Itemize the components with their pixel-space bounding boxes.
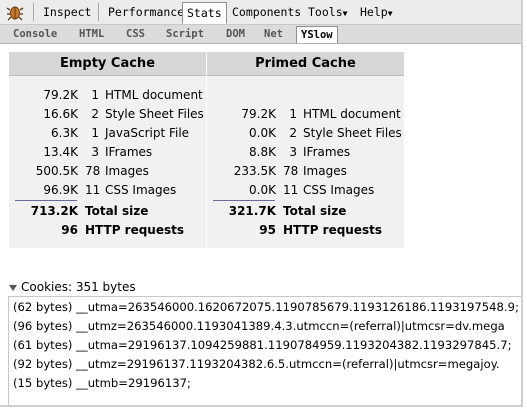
components-button[interactable]: Components [228, 2, 305, 22]
table-row: 96.9K 11 CSS Images [9, 181, 206, 200]
chevron-down-icon: ▼ [342, 9, 348, 18]
row-count: 1 [91, 126, 99, 140]
http-requests-label: HTTP requests [283, 223, 383, 237]
row-count: 2 [289, 126, 297, 140]
row-label: HTML document [303, 107, 401, 121]
row-count: 11 [85, 183, 101, 197]
row-label: CSS Images [303, 183, 375, 197]
inspect-button[interactable]: Inspect [39, 2, 95, 22]
row-size: 0.0K [249, 126, 276, 140]
total-size-label: Total size [85, 204, 149, 218]
row-label: CSS Images [105, 183, 177, 197]
table-row: 79.2K 1 HTML document [207, 105, 404, 124]
row-size: 79.2K [43, 88, 78, 102]
row-count: 1 [289, 107, 297, 121]
empty-cache-table: Empty Cache 79.2K 1 HTML document 16.6K … [9, 52, 206, 248]
empty-cache-title: Empty Cache [9, 52, 206, 76]
row-count: 78 [283, 164, 299, 178]
list-item: (61 bytes) __utma=29196137.1094259881.11… [13, 338, 512, 352]
tab-css[interactable]: CSS [122, 26, 149, 42]
row-count: 2 [91, 107, 99, 121]
row-count: 3 [289, 145, 297, 159]
row-size: 8.8K [249, 145, 276, 159]
tab-yslow[interactable]: YSlow [296, 26, 338, 43]
http-requests-row: 95 HTTP requests [207, 221, 404, 240]
table-row: 79.2K 1 HTML document [9, 86, 206, 105]
primed-cache-title: Primed Cache [207, 52, 404, 76]
table-row: 233.5K 78 Images [207, 162, 404, 181]
help-menu[interactable]: Help▼ [356, 2, 397, 22]
row-size: 96.9K [43, 183, 78, 197]
table-row: 13.4K 3 IFrames [9, 143, 206, 162]
table-row: 0.0K 2 Style Sheet Files [207, 124, 404, 143]
row-count: 3 [91, 145, 99, 159]
cookies-toggle[interactable]: Cookies: 351 bytes [9, 280, 136, 294]
row-size: 6.3K [51, 126, 78, 140]
performance-button[interactable]: Performance [104, 2, 188, 22]
row-label: Style Sheet Files [105, 107, 204, 121]
row-label: Images [303, 164, 347, 178]
tools-menu[interactable]: Tools▼ [304, 2, 351, 22]
table-row: 500.5K 78 Images [9, 162, 206, 181]
http-requests-row: 96 HTTP requests [9, 221, 206, 240]
total-divider [15, 200, 77, 201]
total-divider [213, 200, 275, 201]
tab-script[interactable]: Script [162, 26, 208, 42]
row-size: 233.5K [233, 164, 276, 178]
row-label: Style Sheet Files [303, 126, 402, 140]
tab-console[interactable]: Console [9, 26, 61, 42]
http-requests-value: 95 [259, 223, 276, 237]
cookies-list: (62 bytes) __utma=263546000.1620672075.1… [8, 296, 521, 405]
primed-cache-table: Primed Cache 79.2K 1 HTML document 0.0K … [207, 52, 404, 248]
row-size: 13.4K [43, 145, 78, 159]
table-row: 8.8K 3 IFrames [207, 143, 404, 162]
row-label: IFrames [303, 145, 351, 159]
row-label: HTML document [105, 88, 203, 102]
row-size: 500.5K [35, 164, 78, 178]
tools-menu-label: Tools [308, 5, 343, 19]
firebug-icon[interactable] [6, 3, 24, 21]
list-item: (62 bytes) __utma=263546000.1620672075.1… [13, 300, 519, 314]
row-label: JavaScript File [105, 126, 190, 140]
table-row: 0.0K 11 CSS Images [207, 181, 404, 200]
list-item: (15 bytes) __utmb=29196137; [13, 376, 191, 390]
help-menu-label: Help [360, 5, 388, 19]
tab-net[interactable]: Net [260, 26, 287, 42]
expand-triangle-icon [9, 284, 17, 291]
table-row: 16.6K 2 Style Sheet Files [9, 105, 206, 124]
row-count: 1 [91, 88, 99, 102]
total-size-label: Total size [283, 204, 347, 218]
total-size-row: 713.2K Total size [9, 202, 206, 221]
row-count: 78 [85, 164, 101, 178]
tab-html[interactable]: HTML [75, 26, 108, 42]
row-size: 16.6K [43, 107, 78, 121]
cookies-title: Cookies: 351 bytes [21, 280, 136, 294]
panel-tabs: Console HTML CSS Script DOM Net YSlow [0, 25, 521, 44]
total-size-value: 321.7K [228, 204, 276, 218]
tab-dom[interactable]: DOM [222, 26, 249, 42]
row-count: 11 [283, 183, 299, 197]
total-size-row: 321.7K Total size [207, 202, 404, 221]
total-size-value: 713.2K [30, 204, 78, 218]
row-label: Images [105, 164, 149, 178]
stats-button[interactable]: Stats [182, 2, 227, 24]
list-item: (92 bytes) __utmz=29196137.1193204382.6.… [13, 357, 500, 371]
table-row: 6.3K 1 JavaScript File [9, 124, 206, 143]
firebug-panel: Inspect Performance Stats Components Too… [0, 0, 523, 407]
toolbar-separator [98, 3, 99, 21]
firebug-toolbar: Inspect Performance Stats Components Too… [0, 0, 521, 25]
row-label: IFrames [105, 145, 153, 159]
http-requests-label: HTTP requests [85, 223, 185, 237]
toolbar-separator [33, 3, 34, 21]
http-requests-value: 96 [61, 223, 78, 237]
row-size: 79.2K [241, 107, 276, 121]
row-size: 0.0K [249, 183, 276, 197]
chevron-down-icon: ▼ [387, 9, 393, 18]
list-item: (96 bytes) __utmz=263546000.1193041389.4… [13, 319, 505, 333]
